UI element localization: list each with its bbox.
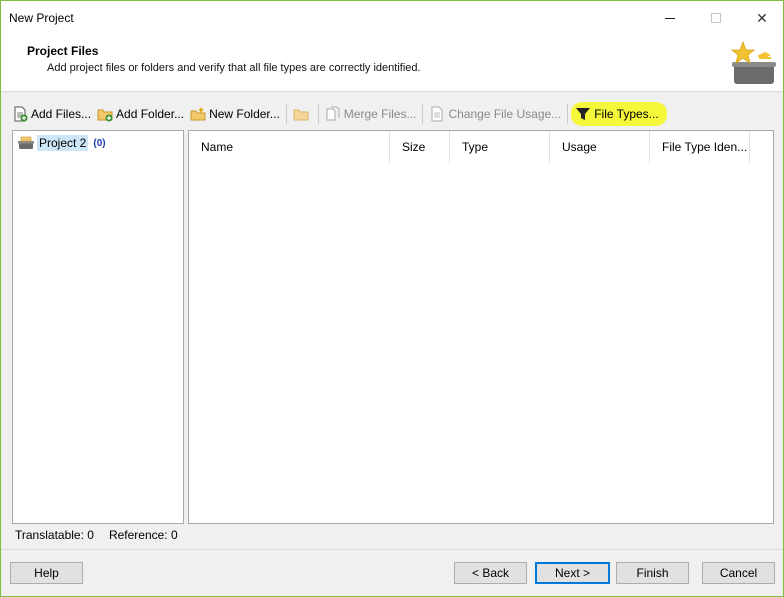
next-button[interactable]: Next > xyxy=(535,562,610,584)
add-folder-label: Add Folder... xyxy=(116,107,185,121)
toolbar-separator xyxy=(567,104,569,124)
project-basket-icon xyxy=(18,136,34,149)
maximize-icon xyxy=(711,13,721,23)
file-list[interactable]: Name Size Type Usage File Type Iden... xyxy=(188,130,774,524)
column-header-file-type-identifier[interactable]: File Type Iden... xyxy=(650,131,750,163)
close-button[interactable]: ✕ xyxy=(739,1,784,35)
column-header-name[interactable]: Name xyxy=(189,131,390,163)
minimize-button[interactable] xyxy=(647,1,693,35)
toolbar-separator xyxy=(317,104,319,124)
file-types-button[interactable]: File Types... xyxy=(571,102,667,126)
minimize-icon xyxy=(665,17,675,19)
change-file-usage-button[interactable]: Change File Usage... xyxy=(426,102,564,126)
footer-divider xyxy=(1,549,783,550)
project-tree[interactable]: Project 2 (0) xyxy=(12,130,184,524)
merge-files-label: Merge Files... xyxy=(343,107,417,121)
cancel-button[interactable]: Cancel xyxy=(702,562,775,584)
add-folder-button[interactable]: Add Folder... xyxy=(94,102,187,126)
page-title: Project Files xyxy=(27,44,99,58)
merge-files-icon xyxy=(326,106,340,121)
reference-count: Reference: 0 xyxy=(108,528,178,542)
tree-node-label: Project 2 xyxy=(37,135,89,151)
back-button[interactable]: < Back xyxy=(454,562,527,584)
tree-node-count: (0) xyxy=(93,137,106,149)
wizard-header: Project Files Add project files or folde… xyxy=(1,35,783,92)
filter-funnel-icon xyxy=(576,108,591,120)
maximize-button[interactable] xyxy=(693,1,739,35)
column-header-usage[interactable]: Usage xyxy=(550,131,650,163)
new-project-window: New Project ✕ Project Files Add project … xyxy=(0,0,784,597)
add-files-icon xyxy=(14,106,28,122)
toolbar-separator xyxy=(422,104,424,124)
project-star-basket-icon xyxy=(730,40,776,84)
stats-gap xyxy=(94,528,109,542)
new-folder-button[interactable]: New Folder... xyxy=(187,102,283,126)
title-bar: New Project ✕ xyxy=(1,1,783,35)
merge-files-button[interactable]: Merge Files... xyxy=(322,102,420,126)
toolbar: Add Files... Add Folder... New Folder... xyxy=(9,101,775,127)
tree-node-project[interactable]: Project 2 (0) xyxy=(18,135,106,151)
toolbar-separator xyxy=(285,104,287,124)
column-header-size[interactable]: Size xyxy=(390,131,450,163)
open-folder-icon xyxy=(293,109,309,121)
page-subtitle: Add project files or folders and verify … xyxy=(47,62,421,74)
new-folder-label: New Folder... xyxy=(209,107,280,121)
help-button[interactable]: Help xyxy=(10,562,83,584)
file-stats: Translatable: 0 Reference: 0 xyxy=(15,528,178,542)
finish-button[interactable]: Finish xyxy=(616,562,689,584)
add-folder-icon xyxy=(97,109,113,122)
window-title: New Project xyxy=(9,11,74,25)
file-types-label: File Types... xyxy=(594,107,659,121)
change-file-usage-label: Change File Usage... xyxy=(448,107,562,121)
add-files-button[interactable]: Add Files... xyxy=(9,102,94,126)
file-list-header: Name Size Type Usage File Type Iden... xyxy=(189,131,773,163)
add-files-label: Add Files... xyxy=(31,107,92,121)
column-header-type[interactable]: Type xyxy=(450,131,550,163)
open-folder-button[interactable] xyxy=(290,102,315,126)
new-folder-icon xyxy=(190,107,206,121)
change-file-usage-icon xyxy=(431,106,443,122)
close-icon: ✕ xyxy=(756,9,768,26)
translatable-count: Translatable: 0 xyxy=(15,528,94,542)
